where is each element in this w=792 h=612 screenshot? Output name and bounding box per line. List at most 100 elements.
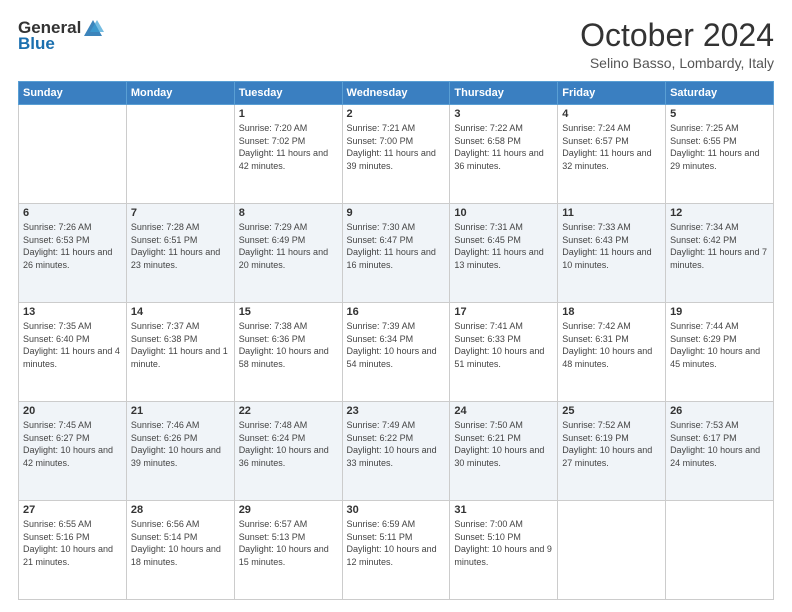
- table-row: 15 Sunrise: 7:38 AMSunset: 6:36 PMDayligh…: [234, 303, 342, 402]
- day-info: Sunrise: 7:33 AMSunset: 6:43 PMDaylight:…: [562, 221, 661, 271]
- table-row: 10Sunrise: 7:31 AMSunset: 6:45 PMDayligh…: [450, 204, 558, 303]
- day-number: 25: [562, 405, 661, 417]
- day-number: 21: [131, 405, 230, 417]
- table-row: 18Sunrise: 7:42 AMSunset: 6:31 PMDayligh…: [558, 303, 666, 402]
- col-thursday: Thursday: [450, 82, 558, 105]
- calendar-week-2: 6 Sunrise: 7:26 AMSunset: 6:53 PMDaylight…: [19, 204, 774, 303]
- logo-blue-text: Blue: [18, 34, 55, 54]
- calendar-week-3: 13Sunrise: 7:35 AMSunset: 6:40 PMDayligh…: [19, 303, 774, 402]
- logo-icon: [82, 18, 104, 38]
- table-row: 8Sunrise: 7:29 AMSunset: 6:49 PMDaylight…: [234, 204, 342, 303]
- day-number: 14: [131, 306, 230, 318]
- day-info: Sunrise: 7:24 AMSunset: 6:57 PMDaylight:…: [562, 122, 661, 172]
- day-number: 11: [562, 207, 661, 219]
- day-number: 27: [23, 504, 122, 516]
- col-saturday: Saturday: [666, 82, 774, 105]
- day-info: Sunrise: 7:53 AMSunset: 6:17 PMDaylight:…: [670, 419, 769, 469]
- table-row: 27Sunrise: 6:55 AMSunset: 5:16 PMDayligh…: [19, 501, 127, 600]
- day-info: Sunrise: 7:00 AMSunset: 5:10 PMDaylight:…: [454, 518, 553, 568]
- day-info: Sunrise: 7:52 AMSunset: 6:19 PMDaylight:…: [562, 419, 661, 469]
- day-info: Sunrise: 7:25 AMSunset: 6:55 PMDaylight:…: [670, 122, 769, 172]
- table-row: 24 Sunrise: 7:50 AMSunset: 6:21 PMDayligh…: [450, 402, 558, 501]
- col-tuesday: Tuesday: [234, 82, 342, 105]
- day-info: Sunrise: 7:28 AMSunset: 6:51 PMDaylight:…: [131, 221, 230, 271]
- table-row: 12 Sunrise: 7:34 AMSunset: 6:42 PMDayligh…: [666, 204, 774, 303]
- calendar-week-5: 27Sunrise: 6:55 AMSunset: 5:16 PMDayligh…: [19, 501, 774, 600]
- day-number: 19: [670, 306, 769, 318]
- table-row: 23 Sunrise: 7:49 AMSunset: 6:22 PMDayligh…: [342, 402, 450, 501]
- table-row: 19 Sunrise: 7:44 AMSunset: 6:29 PMDayligh…: [666, 303, 774, 402]
- table-row: 26 Sunrise: 7:53 AMSunset: 6:17 PMDayligh…: [666, 402, 774, 501]
- day-info: Sunrise: 7:44 AMSunset: 6:29 PMDaylight:…: [670, 320, 769, 370]
- page: General Blue October 2024 Selino Basso, …: [0, 0, 792, 612]
- table-row: 1Sunrise: 7:20 AMSunset: 7:02 PMDaylight…: [234, 105, 342, 204]
- day-number: 12: [670, 207, 769, 219]
- day-number: 5: [670, 108, 769, 120]
- day-number: 26: [670, 405, 769, 417]
- day-number: 23: [347, 405, 446, 417]
- table-row: 11 Sunrise: 7:33 AMSunset: 6:43 PMDayligh…: [558, 204, 666, 303]
- table-row: 31 Sunrise: 7:00 AMSunset: 5:10 PMDayligh…: [450, 501, 558, 600]
- day-info: Sunrise: 7:31 AMSunset: 6:45 PMDaylight:…: [454, 221, 553, 271]
- table-row: 6 Sunrise: 7:26 AMSunset: 6:53 PMDaylight…: [19, 204, 127, 303]
- day-info: Sunrise: 7:50 AMSunset: 6:21 PMDaylight:…: [454, 419, 553, 469]
- table-row: 21 Sunrise: 7:46 AMSunset: 6:26 PMDayligh…: [126, 402, 234, 501]
- header: General Blue October 2024 Selino Basso, …: [18, 18, 774, 71]
- col-friday: Friday: [558, 82, 666, 105]
- day-info: Sunrise: 7:26 AMSunset: 6:53 PMDaylight:…: [23, 221, 122, 271]
- calendar-week-4: 20 Sunrise: 7:45 AMSunset: 6:27 PMDayligh…: [19, 402, 774, 501]
- day-number: 28: [131, 504, 230, 516]
- table-row: 25 Sunrise: 7:52 AMSunset: 6:19 PMDayligh…: [558, 402, 666, 501]
- table-row: 30Sunrise: 6:59 AMSunset: 5:11 PMDayligh…: [342, 501, 450, 600]
- table-row: [666, 501, 774, 600]
- table-row: 7 Sunrise: 7:28 AMSunset: 6:51 PMDaylight…: [126, 204, 234, 303]
- day-info: Sunrise: 7:49 AMSunset: 6:22 PMDaylight:…: [347, 419, 446, 469]
- day-number: 4: [562, 108, 661, 120]
- table-row: 5 Sunrise: 7:25 AMSunset: 6:55 PMDaylight…: [666, 105, 774, 204]
- day-info: Sunrise: 7:20 AMSunset: 7:02 PMDaylight:…: [239, 122, 338, 172]
- day-info: Sunrise: 7:21 AMSunset: 7:00 PMDaylight:…: [347, 122, 446, 172]
- day-number: 7: [131, 207, 230, 219]
- day-info: Sunrise: 7:46 AMSunset: 6:26 PMDaylight:…: [131, 419, 230, 469]
- table-row: 2Sunrise: 7:21 AMSunset: 7:00 PMDaylight…: [342, 105, 450, 204]
- day-info: Sunrise: 7:48 AMSunset: 6:24 PMDaylight:…: [239, 419, 338, 469]
- table-row: 16Sunrise: 7:39 AMSunset: 6:34 PMDayligh…: [342, 303, 450, 402]
- col-monday: Monday: [126, 82, 234, 105]
- day-info: Sunrise: 7:29 AMSunset: 6:49 PMDaylight:…: [239, 221, 338, 271]
- title-block: October 2024 Selino Basso, Lombardy, Ita…: [580, 18, 774, 71]
- day-info: Sunrise: 7:39 AMSunset: 6:34 PMDaylight:…: [347, 320, 446, 370]
- table-row: 20 Sunrise: 7:45 AMSunset: 6:27 PMDayligh…: [19, 402, 127, 501]
- table-row: [558, 501, 666, 600]
- day-info: Sunrise: 6:59 AMSunset: 5:11 PMDaylight:…: [347, 518, 446, 568]
- day-number: 29: [239, 504, 338, 516]
- day-info: Sunrise: 7:41 AMSunset: 6:33 PMDaylight:…: [454, 320, 553, 370]
- table-row: 9 Sunrise: 7:30 AMSunset: 6:47 PMDaylight…: [342, 204, 450, 303]
- day-number: 6: [23, 207, 122, 219]
- location-title: Selino Basso, Lombardy, Italy: [580, 55, 774, 71]
- table-row: 13Sunrise: 7:35 AMSunset: 6:40 PMDayligh…: [19, 303, 127, 402]
- table-row: 3Sunrise: 7:22 AMSunset: 6:58 PMDaylight…: [450, 105, 558, 204]
- table-row: [19, 105, 127, 204]
- day-info: Sunrise: 7:30 AMSunset: 6:47 PMDaylight:…: [347, 221, 446, 271]
- day-info: Sunrise: 6:56 AMSunset: 5:14 PMDaylight:…: [131, 518, 230, 568]
- day-info: Sunrise: 7:38 AMSunset: 6:36 PMDaylight:…: [239, 320, 338, 370]
- header-row: Sunday Monday Tuesday Wednesday Thursday…: [19, 82, 774, 105]
- table-row: 28 Sunrise: 6:56 AMSunset: 5:14 PMDayligh…: [126, 501, 234, 600]
- day-number: 31: [454, 504, 553, 516]
- calendar-week-1: 1Sunrise: 7:20 AMSunset: 7:02 PMDaylight…: [19, 105, 774, 204]
- day-number: 3: [454, 108, 553, 120]
- day-info: Sunrise: 7:45 AMSunset: 6:27 PMDaylight:…: [23, 419, 122, 469]
- day-info: Sunrise: 6:57 AMSunset: 5:13 PMDaylight:…: [239, 518, 338, 568]
- day-number: 20: [23, 405, 122, 417]
- table-row: 4 Sunrise: 7:24 AMSunset: 6:57 PMDaylight…: [558, 105, 666, 204]
- day-number: 9: [347, 207, 446, 219]
- day-info: Sunrise: 7:34 AMSunset: 6:42 PMDaylight:…: [670, 221, 769, 271]
- day-number: 15: [239, 306, 338, 318]
- day-number: 13: [23, 306, 122, 318]
- day-info: Sunrise: 7:42 AMSunset: 6:31 PMDaylight:…: [562, 320, 661, 370]
- table-row: 22Sunrise: 7:48 AMSunset: 6:24 PMDayligh…: [234, 402, 342, 501]
- col-sunday: Sunday: [19, 82, 127, 105]
- day-number: 24: [454, 405, 553, 417]
- logo: General Blue: [18, 18, 105, 54]
- table-row: 29 Sunrise: 6:57 AMSunset: 5:13 PMDayligh…: [234, 501, 342, 600]
